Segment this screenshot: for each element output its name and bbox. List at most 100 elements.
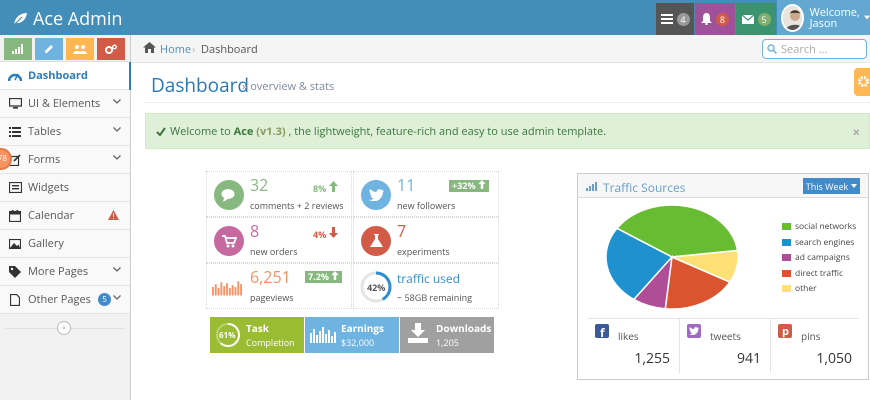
traffic-percent: 42% — [367, 281, 386, 294]
infobox-label: pageviews — [250, 291, 294, 304]
group-icon — [73, 45, 87, 54]
legend-label: direct traffic — [795, 267, 844, 279]
legend-swatch — [782, 269, 791, 277]
task-percent: 61% — [219, 330, 236, 341]
list-alt-icon — [7, 181, 23, 195]
comments-icon — [214, 180, 244, 210]
notifications-button[interactable]: 8 — [695, 3, 735, 35]
pinterest-icon: p — [778, 324, 792, 339]
sidebar-item-forms[interactable]: Forms — [0, 146, 130, 174]
messages-button[interactable]: 5 — [736, 3, 776, 35]
chevron-down-icon — [113, 155, 121, 160]
bell-icon — [701, 13, 712, 25]
infobox-number: 32 — [250, 174, 269, 196]
signal-icon — [12, 44, 23, 54]
alert-text-before: Welcome to — [170, 123, 234, 139]
sparkline-icon — [212, 272, 242, 302]
sidebar-item-ui-elements[interactable]: UI & Elements — [0, 90, 130, 118]
caret-down-icon — [863, 15, 870, 20]
infobox-label: ~ 58GB remaining — [397, 291, 473, 304]
widget-header: Traffic Sources This Week — [578, 174, 868, 198]
sidebar-item-label: UI & Elements — [28, 96, 101, 111]
legend-swatch — [782, 223, 791, 231]
sidebar-shortcuts — [0, 35, 130, 62]
shortcut-settings-button[interactable] — [97, 38, 125, 60]
infobox-stat: 8% — [313, 181, 338, 195]
settings-button[interactable] — [854, 68, 870, 96]
legend-item: direct traffic — [782, 266, 856, 282]
floating-badge-label: 78 — [0, 153, 7, 164]
social-pins: p pins 1,050 — [770, 319, 860, 373]
legend-item: social networks — [782, 219, 856, 235]
file-icon — [7, 293, 23, 307]
sidebar-item-dashboard[interactable]: Dashboard — [0, 62, 131, 90]
double-angle-left-icon[interactable]: « — [57, 321, 71, 335]
earnings-button[interactable]: Earnings $32,000 — [305, 317, 399, 353]
sidebar-item-widgets[interactable]: Widgets — [0, 174, 130, 202]
leaf-icon — [13, 13, 27, 26]
infobox-label: comments + 2 reviews — [250, 199, 344, 212]
sidebar-item-label: Other Pages — [28, 292, 91, 307]
search-placeholder: Search ... — [781, 41, 828, 57]
social-value: 1,255 — [634, 349, 670, 368]
chevron-down-icon — [113, 99, 121, 104]
brand-name: Ace Admin — [33, 7, 123, 31]
arrow-up-icon — [478, 180, 486, 189]
brand[interactable]: Ace Admin — [12, 7, 122, 31]
social-value: 941 — [736, 349, 761, 368]
bigbtn-title: Task — [246, 321, 270, 335]
sidebar-item-other-pages[interactable]: Other Pages 5 — [0, 286, 130, 314]
shortcut-edit-button[interactable] — [35, 38, 63, 60]
legend-swatch — [782, 285, 791, 293]
alert-brand: Ace — [233, 123, 254, 139]
sidebar-item-more-pages[interactable]: More Pages — [0, 258, 130, 286]
breadcrumb-home[interactable]: Home — [160, 42, 191, 57]
sidebar-item-label: Gallery — [28, 236, 64, 251]
social-likes: f likes 1,255 — [588, 319, 678, 373]
downloads-button[interactable]: Downloads 1,205 — [400, 317, 494, 353]
tasks-button[interactable]: 4 — [656, 3, 694, 35]
user-menu[interactable]: Welcome, Jason — [777, 0, 870, 35]
pencil-icon — [45, 45, 53, 53]
search-input[interactable]: Search ... — [762, 39, 867, 59]
twitter-icon — [361, 180, 391, 210]
sidebar-item-calendar[interactable]: Calendar — [0, 202, 130, 230]
tasks-badge: 4 — [676, 12, 690, 26]
range-dropdown[interactable]: This Week — [803, 178, 860, 194]
shortcut-stats-button[interactable] — [4, 38, 32, 60]
desktop-icon — [7, 97, 23, 111]
task-completion-button[interactable]: 61% Task Completion — [210, 317, 304, 353]
infobox-orders: 8 new orders 4% — [206, 217, 352, 263]
breadcrumb-current: Dashboard — [201, 42, 258, 57]
infobox-label: new followers — [397, 199, 456, 212]
infobox-container: 32 comments + 2 reviews 8% 11 new follow… — [206, 171, 499, 309]
legend-item: ad campaigns — [782, 250, 856, 266]
shortcut-users-button[interactable] — [66, 38, 94, 60]
bigbtn-title: Downloads — [436, 321, 492, 335]
infobox-number: 11 — [397, 174, 416, 196]
infobox-followers: 11 new followers +32% — [353, 171, 499, 217]
check-icon — [156, 126, 166, 136]
legend-label: search engines — [795, 236, 855, 248]
infobox-number: 6,251 — [250, 266, 291, 288]
sidebar-nav: Dashboard UI & Elements Tables Forms Wid… — [0, 62, 131, 314]
page-subtitle: » overview & stats — [242, 79, 335, 94]
bigbtn-sub: 1,205 — [436, 336, 459, 349]
sidebar-item-gallery[interactable]: Gallery — [0, 230, 130, 258]
sidebar-item-tables[interactable]: Tables — [0, 118, 130, 146]
search-icon — [767, 44, 777, 54]
warning-icon — [108, 210, 119, 220]
stat-buttons: 61% Task Completion Earnings $32,000 Dow… — [210, 317, 494, 353]
other-pages-badge: 5 — [98, 293, 111, 306]
flask-icon — [361, 226, 391, 256]
chevron-down-icon — [113, 127, 121, 132]
sidebar-collapse[interactable]: « — [0, 320, 130, 340]
close-icon[interactable]: × — [853, 123, 860, 141]
infobox-stat: 4% — [313, 227, 338, 241]
breadcrumb-separator-icon: › — [192, 42, 196, 57]
chevron-down-icon — [851, 184, 858, 188]
gear-icon — [858, 76, 869, 87]
sidebar-item-label: Tables — [28, 124, 62, 139]
notifications-badge: 8 — [716, 12, 729, 26]
legend-swatch — [782, 254, 791, 262]
